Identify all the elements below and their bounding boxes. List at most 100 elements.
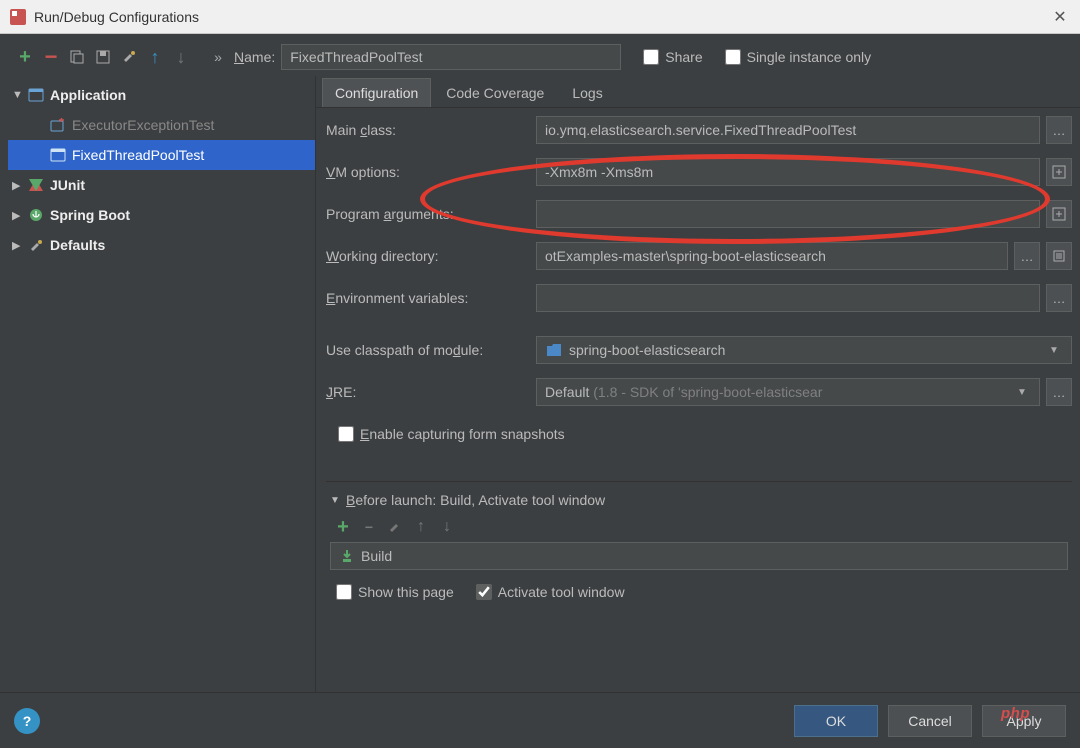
collapse-icon[interactable]: ▼ bbox=[330, 495, 344, 506]
env-vars-browse-button[interactable]: … bbox=[1046, 284, 1072, 312]
remove-config-button[interactable]: − bbox=[40, 46, 62, 68]
ok-button[interactable]: OK bbox=[794, 705, 878, 737]
tab-code-coverage[interactable]: Code Coverage bbox=[433, 78, 557, 107]
app-icon bbox=[8, 7, 28, 27]
junit-icon bbox=[26, 176, 46, 194]
tree-node-application[interactable]: ▼ Application bbox=[8, 80, 315, 110]
settings-config-button[interactable] bbox=[118, 46, 140, 68]
before-launch-checks: Show this page Activate tool window bbox=[330, 584, 1068, 600]
config-tree: ▼ Application ExecutorExceptionTest Fixe… bbox=[0, 76, 315, 692]
share-checkbox[interactable]: Share bbox=[643, 49, 702, 65]
tree-expand-icon[interactable]: ▶ bbox=[12, 179, 26, 192]
main-class-input[interactable] bbox=[536, 116, 1040, 144]
dialog-footer: ? OK Cancel Apply bbox=[0, 692, 1080, 748]
application-icon bbox=[26, 86, 46, 104]
single-instance-checkbox[interactable]: Single instance only bbox=[725, 49, 872, 65]
env-vars-label: Environment variables: bbox=[326, 290, 536, 306]
before-launch-toolbar: + − ↑ ↓ bbox=[330, 516, 1068, 538]
bl-edit-button[interactable] bbox=[384, 516, 406, 538]
enable-snapshots-checkbox[interactable]: Enable capturing form snapshots bbox=[338, 426, 565, 442]
copy-config-button[interactable] bbox=[66, 46, 88, 68]
bl-remove-button[interactable]: − bbox=[358, 516, 380, 538]
bl-move-up-button[interactable]: ↑ bbox=[410, 516, 432, 538]
classpath-combo[interactable]: spring-boot-elasticsearch ▼ bbox=[536, 336, 1072, 364]
row-main-class: Main class: … bbox=[326, 116, 1072, 144]
tree-node-executor-exception-test[interactable]: ExecutorExceptionTest bbox=[8, 110, 315, 140]
tree-label: Spring Boot bbox=[50, 207, 130, 223]
tree-node-fixed-thread-pool-test[interactable]: FixedThreadPoolTest bbox=[8, 140, 315, 170]
window-title: Run/Debug Configurations bbox=[34, 9, 1048, 25]
tree-node-defaults[interactable]: ▶ Defaults bbox=[8, 230, 315, 260]
before-launch-title: Before launch: Build, Activate tool wind… bbox=[346, 492, 605, 508]
env-vars-input[interactable] bbox=[536, 284, 1040, 312]
bl-move-down-button[interactable]: ↓ bbox=[436, 516, 458, 538]
jre-value: Default (1.8 - SDK of 'spring-boot-elast… bbox=[545, 384, 1013, 400]
chevron-down-icon: ▼ bbox=[1013, 387, 1031, 398]
vm-options-expand-button[interactable] bbox=[1046, 158, 1072, 186]
enable-snapshots-checkbox-box[interactable] bbox=[338, 426, 354, 442]
spring-boot-icon bbox=[26, 206, 46, 224]
tree-label: FixedThreadPoolTest bbox=[72, 147, 204, 163]
activate-tool-window-label: Activate tool window bbox=[498, 584, 625, 600]
jre-browse-button[interactable]: … bbox=[1046, 378, 1072, 406]
activate-tool-window-checkbox[interactable]: Activate tool window bbox=[476, 584, 625, 600]
titlebar: Run/Debug Configurations ✕ bbox=[0, 0, 1080, 34]
single-instance-checkbox-box[interactable] bbox=[725, 49, 741, 65]
expand-button[interactable]: » bbox=[206, 49, 230, 65]
name-label: Name: bbox=[234, 49, 275, 65]
working-dir-list-button[interactable] bbox=[1046, 242, 1072, 270]
name-input[interactable] bbox=[281, 44, 621, 70]
help-button[interactable]: ? bbox=[14, 708, 40, 734]
top-toolbar: + − ↑ ↓ » Name: Share Single instance on… bbox=[0, 34, 1080, 76]
vm-options-label: VM options: bbox=[326, 164, 536, 180]
tabs-row: Configuration Code Coverage Logs bbox=[316, 76, 1080, 108]
activate-tool-window-checkbox-box[interactable] bbox=[476, 584, 492, 600]
config-form: Main class: … VM options: Program argume… bbox=[316, 108, 1080, 692]
cancel-button[interactable]: Cancel bbox=[888, 705, 972, 737]
row-jre: JRE: Default (1.8 - SDK of 'spring-boot-… bbox=[326, 378, 1072, 406]
defaults-icon bbox=[26, 236, 46, 254]
move-up-button[interactable]: ↑ bbox=[144, 46, 166, 68]
bl-add-button[interactable]: + bbox=[332, 516, 354, 538]
classpath-label: Use classpath of module: bbox=[326, 342, 536, 358]
close-icon[interactable]: ✕ bbox=[1048, 7, 1072, 27]
tree-label: Application bbox=[50, 87, 126, 103]
build-icon bbox=[337, 549, 357, 563]
enable-snapshots-label: Enable capturing form snapshots bbox=[360, 426, 565, 442]
share-checkbox-box[interactable] bbox=[643, 49, 659, 65]
program-args-input[interactable] bbox=[536, 200, 1040, 228]
before-launch-list[interactable]: Build bbox=[330, 542, 1068, 570]
apply-button[interactable]: Apply bbox=[982, 705, 1066, 737]
dialog-body: + − ↑ ↓ » Name: Share Single instance on… bbox=[0, 34, 1080, 748]
tree-expand-icon[interactable]: ▶ bbox=[12, 239, 26, 252]
right-panel: Configuration Code Coverage Logs Main cl… bbox=[315, 76, 1080, 692]
row-classpath: Use classpath of module: spring-boot-ela… bbox=[326, 336, 1072, 364]
before-launch-header[interactable]: ▼ Before launch: Build, Activate tool wi… bbox=[330, 492, 1068, 508]
chevron-down-icon: ▼ bbox=[1045, 345, 1063, 356]
program-args-expand-button[interactable] bbox=[1046, 200, 1072, 228]
main-class-browse-button[interactable]: … bbox=[1046, 116, 1072, 144]
add-config-button[interactable]: + bbox=[14, 46, 36, 68]
vm-options-input[interactable] bbox=[536, 158, 1040, 186]
share-label: Share bbox=[665, 49, 702, 65]
tree-collapse-icon[interactable]: ▼ bbox=[12, 89, 26, 101]
show-this-page-checkbox-box[interactable] bbox=[336, 584, 352, 600]
jre-label: JRE: bbox=[326, 384, 536, 400]
tab-logs[interactable]: Logs bbox=[559, 78, 615, 107]
jre-combo[interactable]: Default (1.8 - SDK of 'spring-boot-elast… bbox=[536, 378, 1040, 406]
tree-expand-icon[interactable]: ▶ bbox=[12, 209, 26, 222]
show-this-page-checkbox[interactable]: Show this page bbox=[336, 584, 454, 600]
before-launch-item-label: Build bbox=[361, 548, 392, 564]
tree-label: JUnit bbox=[50, 177, 85, 193]
main-class-label: Main class: bbox=[326, 122, 536, 138]
move-down-button[interactable]: ↓ bbox=[170, 46, 192, 68]
module-icon bbox=[545, 342, 563, 358]
main-split: ▼ Application ExecutorExceptionTest Fixe… bbox=[0, 76, 1080, 692]
config-icon bbox=[48, 146, 68, 164]
working-dir-browse-button[interactable]: … bbox=[1014, 242, 1040, 270]
tree-node-spring-boot[interactable]: ▶ Spring Boot bbox=[8, 200, 315, 230]
tree-node-junit[interactable]: ▶ JUnit bbox=[8, 170, 315, 200]
tab-configuration[interactable]: Configuration bbox=[322, 78, 431, 107]
working-dir-input[interactable] bbox=[536, 242, 1008, 270]
save-config-button[interactable] bbox=[92, 46, 114, 68]
